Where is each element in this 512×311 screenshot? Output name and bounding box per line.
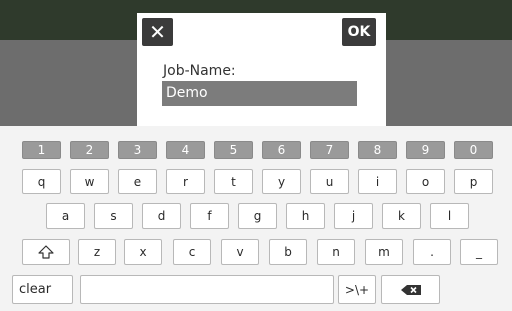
backspace-icon <box>400 284 422 296</box>
key-period[interactable]: . <box>413 239 451 265</box>
ok-button-label: OK <box>347 24 371 40</box>
key-i[interactable]: i <box>358 169 397 194</box>
shift-arrow-icon <box>38 245 54 259</box>
key-d[interactable]: d <box>142 203 181 229</box>
key-v[interactable]: v <box>221 239 259 265</box>
job-name-input[interactable]: Demo <box>162 81 357 106</box>
key-g[interactable]: g <box>238 203 277 229</box>
close-button[interactable]: ✕ <box>142 18 173 46</box>
key-a[interactable]: a <box>46 203 85 229</box>
space-key[interactable] <box>80 275 334 304</box>
key-c[interactable]: c <box>173 239 211 265</box>
key-7[interactable]: 7 <box>310 141 349 159</box>
key-y[interactable]: y <box>262 169 301 194</box>
key-u[interactable]: u <box>310 169 349 194</box>
key-0[interactable]: 0 <box>454 141 493 159</box>
key-k[interactable]: k <box>382 203 421 229</box>
dialog-toolbar: ✕ OK <box>137 13 386 48</box>
key-underscore[interactable]: _ <box>460 239 498 265</box>
key-w[interactable]: w <box>70 169 109 194</box>
key-5[interactable]: 5 <box>214 141 253 159</box>
key-9[interactable]: 9 <box>406 141 445 159</box>
key-e[interactable]: e <box>118 169 157 194</box>
close-icon: ✕ <box>149 20 166 44</box>
job-name-label: Job-Name: <box>163 63 236 79</box>
ok-button[interactable]: OK <box>342 18 376 46</box>
backspace-key[interactable] <box>381 275 440 304</box>
key-s[interactable]: s <box>94 203 133 229</box>
on-screen-keyboard: 1 2 3 4 5 6 7 8 9 0 q w e r t y u i o p … <box>0 126 512 311</box>
key-t[interactable]: t <box>214 169 253 194</box>
key-f[interactable]: f <box>190 203 229 229</box>
key-h[interactable]: h <box>286 203 325 229</box>
key-3[interactable]: 3 <box>118 141 157 159</box>
key-b[interactable]: b <box>269 239 307 265</box>
key-1[interactable]: 1 <box>22 141 61 159</box>
symbols-key[interactable]: >\+ <box>338 275 376 304</box>
key-p[interactable]: p <box>454 169 493 194</box>
key-8[interactable]: 8 <box>358 141 397 159</box>
key-4[interactable]: 4 <box>166 141 205 159</box>
job-name-dialog: ✕ OK Job-Name: Demo <box>137 13 386 126</box>
key-n[interactable]: n <box>317 239 355 265</box>
clear-button[interactable]: clear <box>12 275 73 304</box>
key-o[interactable]: o <box>406 169 445 194</box>
key-6[interactable]: 6 <box>262 141 301 159</box>
key-r[interactable]: r <box>166 169 205 194</box>
key-l[interactable]: l <box>430 203 469 229</box>
key-q[interactable]: q <box>22 169 61 194</box>
key-j[interactable]: j <box>334 203 373 229</box>
key-2[interactable]: 2 <box>70 141 109 159</box>
key-m[interactable]: m <box>365 239 403 265</box>
key-x[interactable]: x <box>124 239 162 265</box>
key-z[interactable]: z <box>78 239 116 265</box>
shift-key[interactable] <box>22 239 70 265</box>
